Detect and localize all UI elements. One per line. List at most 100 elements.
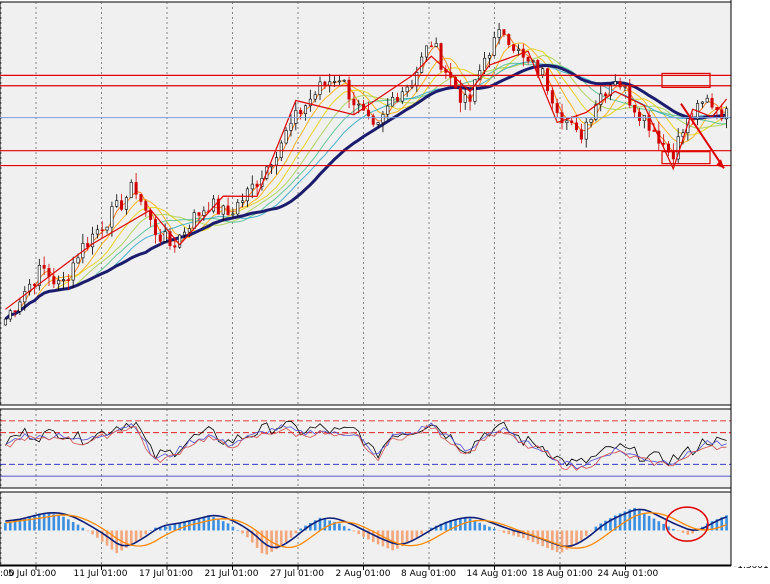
macd-histogram-bar bbox=[657, 521, 661, 531]
candle-body bbox=[579, 129, 583, 140]
candle-body bbox=[250, 183, 254, 190]
candle-body bbox=[57, 280, 61, 285]
candle-body bbox=[134, 182, 138, 195]
macd-histogram-bar bbox=[129, 530, 133, 546]
candle-body bbox=[342, 79, 346, 82]
macd-histogram-bar bbox=[28, 516, 31, 531]
x-tick-label: 5 Jul 01:00 bbox=[8, 569, 57, 579]
macd-histogram-bar bbox=[652, 518, 656, 531]
candle-body bbox=[458, 87, 462, 103]
macd-histogram-bar bbox=[299, 528, 302, 531]
candle-body bbox=[395, 97, 399, 102]
macd-histogram-bar bbox=[463, 518, 467, 531]
candle-body bbox=[212, 198, 216, 212]
candle-body bbox=[236, 202, 240, 215]
candle-body bbox=[313, 94, 317, 100]
macd-histogram-bar bbox=[502, 530, 506, 533]
price-panel-bg bbox=[0, 1, 732, 406]
macd-histogram-bar bbox=[352, 530, 356, 532]
macd-histogram-bar bbox=[57, 514, 60, 531]
candle-body bbox=[129, 182, 133, 198]
candle-body bbox=[357, 103, 361, 106]
candle-body bbox=[18, 301, 22, 312]
macd-histogram-bar bbox=[396, 530, 399, 549]
macd-histogram-bar bbox=[507, 530, 511, 535]
candle-body bbox=[545, 68, 549, 91]
candle-body bbox=[434, 43, 438, 47]
candle-body bbox=[405, 86, 409, 93]
macd-histogram-bar bbox=[420, 530, 423, 535]
candle-body bbox=[463, 94, 467, 103]
candle-body bbox=[492, 37, 496, 56]
price-panel: 85.4583.7576.8075.0573.3071.6069.8568.10… bbox=[0, 1, 769, 406]
macd-histogram-bar bbox=[71, 522, 75, 531]
candle-body bbox=[173, 245, 177, 248]
candle-body bbox=[105, 226, 109, 231]
candle-body bbox=[633, 104, 637, 113]
macd-histogram-bar bbox=[81, 527, 85, 531]
candle-body bbox=[231, 213, 235, 216]
candle-body bbox=[110, 206, 114, 228]
macd-histogram-bar bbox=[134, 530, 138, 543]
candle-body bbox=[202, 210, 206, 216]
macd-histogram-bar bbox=[672, 528, 675, 531]
candle-body bbox=[507, 34, 511, 45]
candle-body bbox=[333, 80, 337, 83]
candle-body bbox=[555, 102, 559, 113]
candle-body bbox=[153, 219, 157, 236]
candle-body bbox=[52, 276, 56, 285]
oscillator-panel: 85.000070.000030.000015.0000100500 bbox=[0, 405, 770, 494]
candle-body bbox=[158, 234, 162, 242]
macd-histogram-bar bbox=[294, 530, 298, 534]
macd-histogram-bar bbox=[686, 530, 690, 535]
macd-histogram-bar bbox=[638, 510, 641, 531]
candle-body bbox=[221, 205, 225, 215]
candle-body bbox=[100, 229, 104, 232]
candle-body bbox=[376, 122, 380, 125]
x-tick-label: 24 Aug 01:00 bbox=[598, 569, 659, 579]
candle-body bbox=[352, 98, 356, 106]
candle-body bbox=[671, 151, 675, 160]
candle-body bbox=[197, 212, 201, 216]
candle-body bbox=[613, 81, 617, 86]
y-axis-strip bbox=[731, 0, 770, 566]
macd-histogram-bar bbox=[280, 530, 283, 547]
macd-histogram-bar bbox=[144, 530, 148, 535]
candle-body bbox=[652, 130, 656, 132]
candle-body bbox=[139, 193, 143, 202]
candle-body bbox=[328, 81, 332, 86]
macd-histogram-bar bbox=[410, 530, 414, 541]
macd-histogram-bar bbox=[362, 530, 365, 537]
macd-histogram-bar bbox=[33, 514, 36, 531]
candle-body bbox=[318, 81, 322, 95]
candle-body bbox=[705, 97, 709, 103]
macd-histogram-bar bbox=[76, 524, 80, 531]
macd-histogram-bar bbox=[163, 526, 167, 531]
candle-body bbox=[662, 142, 666, 145]
macd-histogram-bar bbox=[478, 522, 482, 531]
macd-histogram-bar bbox=[202, 516, 206, 531]
candle-body bbox=[347, 79, 351, 100]
macd-histogram-bar bbox=[139, 530, 143, 539]
candle-body bbox=[604, 93, 608, 97]
macd-histogram-bar bbox=[551, 530, 554, 551]
macd-histogram-bar bbox=[647, 515, 651, 531]
x-tick-label: 8 Aug 01:00 bbox=[401, 569, 456, 579]
candle-body bbox=[226, 205, 230, 216]
macd-histogram-bar bbox=[221, 521, 225, 531]
candle-body bbox=[550, 90, 554, 104]
macd-histogram-bar bbox=[4, 522, 7, 531]
macd-histogram-bar bbox=[347, 528, 351, 531]
candle-body bbox=[541, 68, 545, 76]
macd-histogram-bar bbox=[555, 530, 559, 553]
macd-histogram-bar bbox=[643, 513, 646, 531]
macd-histogram-bar bbox=[197, 517, 201, 531]
chart-root: 85.4583.7576.8075.0573.3071.6069.8568.10… bbox=[0, 0, 770, 580]
candle-body bbox=[3, 318, 7, 326]
candle-body bbox=[23, 291, 27, 303]
candle-body bbox=[415, 72, 419, 86]
macd-histogram-bar bbox=[468, 518, 472, 531]
candle-body bbox=[512, 44, 516, 51]
macd-histogram-bar bbox=[584, 530, 588, 536]
candle-body bbox=[66, 279, 70, 281]
